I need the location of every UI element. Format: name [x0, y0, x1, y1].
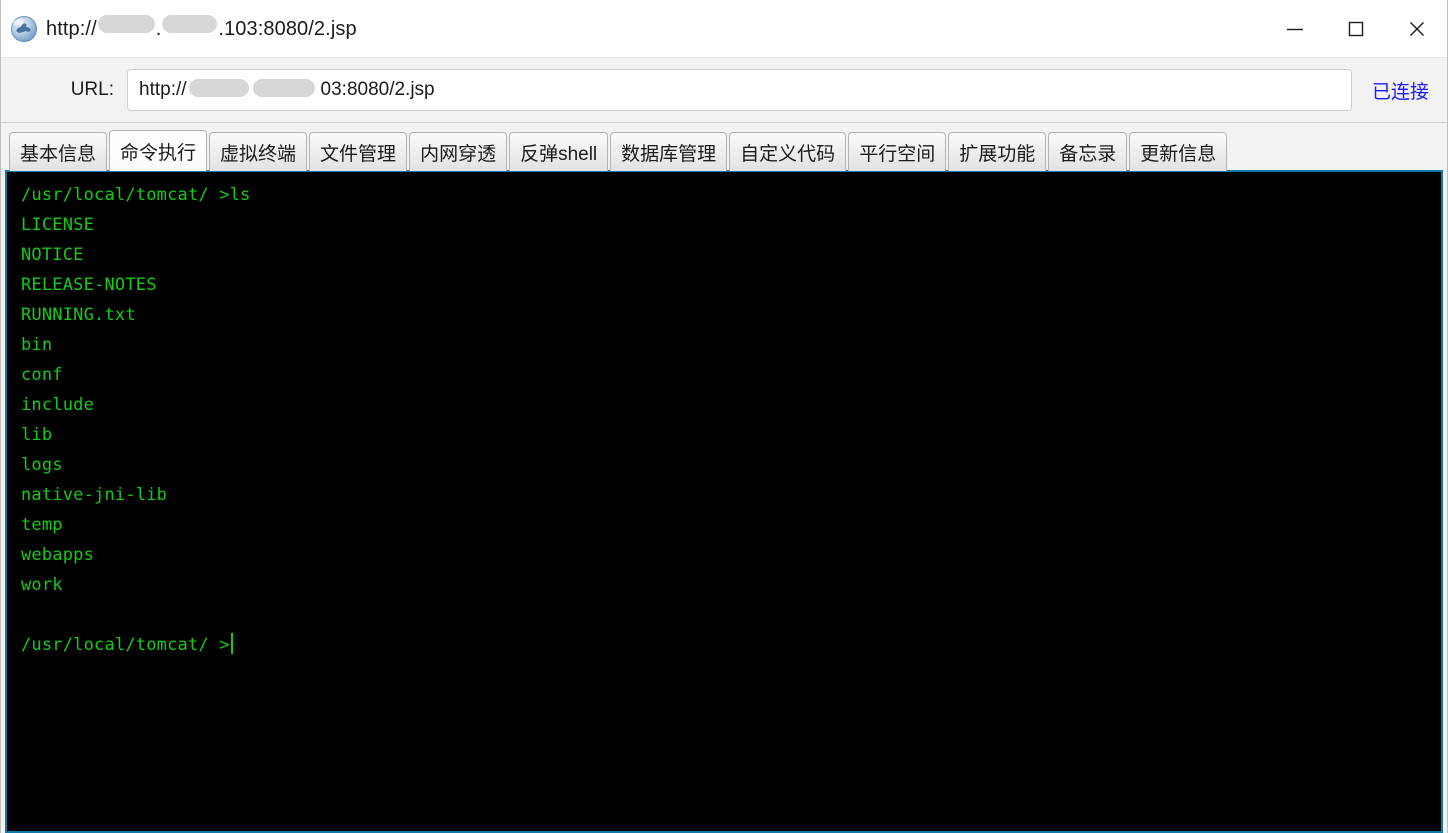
tab-strip: 基本信息 命令执行 虚拟终端 文件管理 内网穿透 反弹shell 数据库管理 自… [1, 123, 1447, 171]
tab-custom-code[interactable]: 自定义代码 [729, 132, 847, 171]
close-icon [1409, 21, 1424, 36]
maximize-icon [1348, 21, 1363, 36]
terminal-prompt-line[interactable]: /usr/local/tomcat/ > [21, 630, 1441, 660]
tab-basic-info[interactable]: 基本信息 [9, 132, 108, 171]
window-title: http://. .103:8080/2.jsp [46, 14, 357, 41]
tab-memo[interactable]: 备忘录 [1048, 132, 1128, 171]
behinder-globe-icon [11, 15, 37, 42]
tab-file-management[interactable]: 文件管理 [309, 132, 408, 171]
terminal-line: bin [21, 335, 53, 355]
terminal-line: RELEASE-NOTES [21, 275, 157, 295]
tab-reverse-shell[interactable]: 反弹shell [509, 132, 609, 171]
terminal-line: RUNNING.txt [21, 305, 136, 325]
terminal-output[interactable]: /usr/local/tomcat/ >ls LICENSE NOTICE RE… [5, 170, 1443, 833]
connection-status-badge: 已连接 [1371, 81, 1429, 103]
redacted-url-block-1 [188, 79, 249, 97]
minimize-button[interactable] [1264, 0, 1325, 57]
url-value-prefix: http:// [139, 79, 187, 100]
window-title-suffix: .103:8080/2.jsp [218, 17, 357, 40]
terminal-container: /usr/local/tomcat/ >ls LICENSE NOTICE RE… [1, 170, 1447, 833]
title-bar-left: http://. .103:8080/2.jsp [1, 14, 357, 42]
terminal-line: conf [21, 365, 63, 385]
redacted-ip-block-2 [162, 14, 218, 33]
tab-parallel-space[interactable]: 平行空间 [848, 132, 947, 171]
terminal-line: logs [21, 455, 63, 475]
tab-extensions[interactable]: 扩展功能 [948, 132, 1047, 171]
minimize-icon [1286, 28, 1303, 30]
url-bar: URL: http:// 03:8080/2.jsp 已连接 [1, 57, 1447, 123]
terminal-line: temp [21, 515, 63, 535]
window-title-dot: . [155, 17, 162, 40]
terminal-line: /usr/local/tomcat/ >ls [21, 185, 251, 205]
terminal-line: include [21, 395, 95, 415]
close-button[interactable] [1386, 0, 1447, 57]
maximize-button[interactable] [1325, 0, 1386, 57]
redacted-url-block-2 [252, 79, 315, 97]
terminal-line: native-jni-lib [21, 485, 168, 505]
tab-database-management[interactable]: 数据库管理 [610, 132, 728, 171]
window-controls [1264, 0, 1447, 57]
tab-intranet-tunnel[interactable]: 内网穿透 [409, 132, 508, 171]
terminal-prompt-text: /usr/local/tomcat/ > [21, 635, 230, 655]
terminal-cursor [230, 633, 233, 654]
terminal-line: LICENSE [21, 215, 95, 235]
terminal-line: NOTICE [21, 245, 84, 265]
tab-virtual-terminal[interactable]: 虚拟终端 [209, 132, 308, 171]
tab-command-execution[interactable]: 命令执行 [109, 130, 208, 171]
window-title-prefix: http:// [46, 17, 97, 40]
url-value-suffix: 03:8080/2.jsp [320, 79, 435, 100]
redacted-ip-block-1 [97, 14, 155, 33]
terminal-line: lib [21, 425, 53, 445]
tab-update-info[interactable]: 更新信息 [1129, 132, 1228, 171]
terminal-line: work [21, 575, 63, 595]
application-window: http://. .103:8080/2.jsp URL: http:// 03… [0, 0, 1448, 833]
title-bar: http://. .103:8080/2.jsp [1, 0, 1447, 57]
url-input[interactable]: http:// 03:8080/2.jsp [127, 69, 1352, 111]
url-label: URL: [70, 79, 114, 100]
terminal-line: webapps [21, 545, 95, 565]
